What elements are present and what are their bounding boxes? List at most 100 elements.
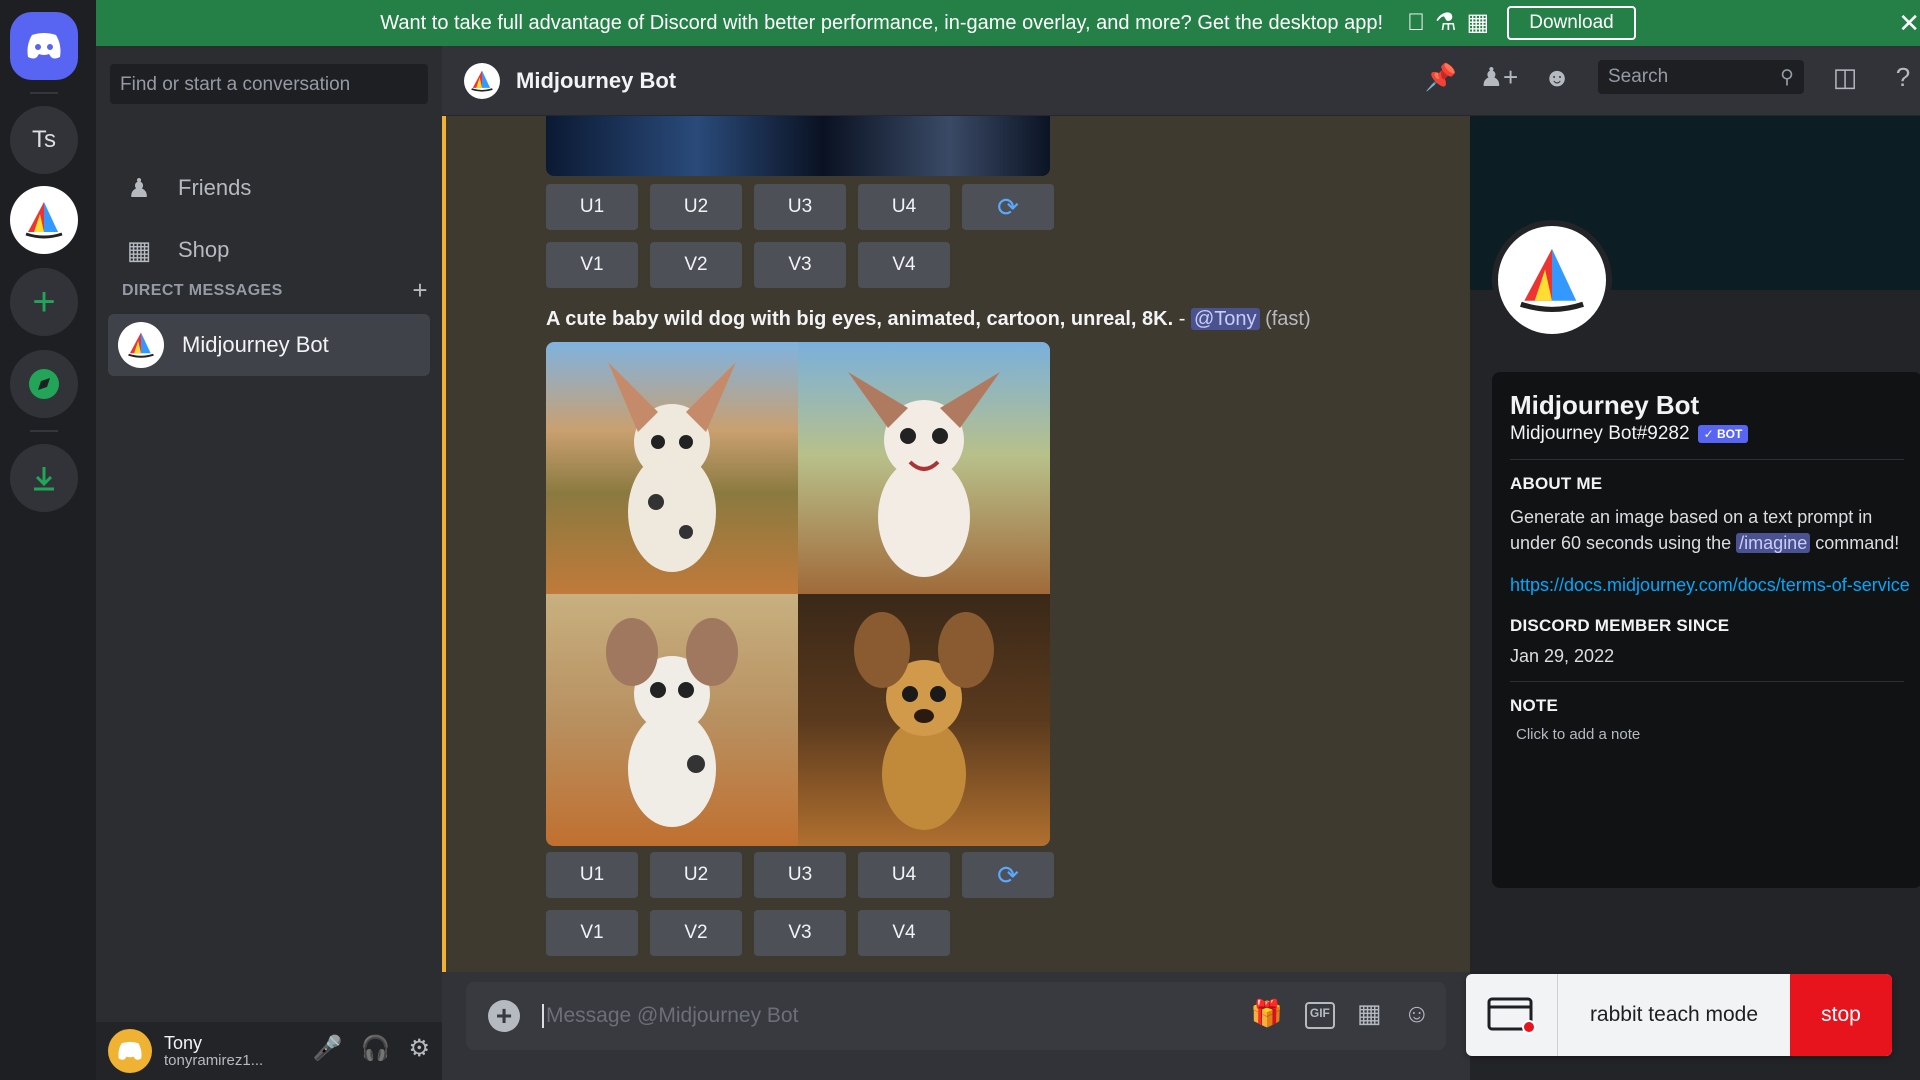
about-text: Generate an image based on a text prompt… [1510,504,1900,556]
generated-image-4[interactable] [798,594,1050,846]
download-apps-button[interactable] [10,444,78,512]
chat-title: Midjourney Bot [516,67,677,93]
dm-item-midjourney-bot[interactable]: Midjourney Bot [108,314,430,376]
help-icon[interactable]: ? [1886,60,1920,94]
variation-buttons: V1 V2 V3 V4 [546,910,950,956]
inbox-icon[interactable]: ◫ [1828,60,1862,94]
sticker-icon[interactable]: ▦ [1357,998,1382,1029]
shop-icon: ▦ [126,234,152,265]
gift-icon[interactable]: 🎁 [1251,998,1283,1029]
v1-button[interactable]: V1 [546,910,638,956]
explore-servers-button[interactable] [10,350,78,418]
composer-area: + Message @Midjourney Bot 🎁 GIF ▦ ☺ [442,972,1470,1080]
server-ts[interactable]: Ts [10,106,78,174]
sidebar-item-shop[interactable]: ▦ Shop [110,222,428,278]
user-profile-panel: Midjourney Bot Midjourney Bot#9282 ✓ BOT… [1470,116,1920,1080]
v2-button[interactable]: V2 [650,242,742,288]
u4-button[interactable]: U4 [858,184,950,230]
member-since-title: DISCORD MEMBER SINCE [1510,616,1730,635]
sidebar-item-friends[interactable]: ♟ Friends [110,160,428,216]
v3-button[interactable]: V3 [754,242,846,288]
refresh-icon[interactable]: ⟳ [962,852,1054,898]
download-button[interactable]: Download [1507,6,1636,40]
u3-button[interactable]: U3 [754,184,846,230]
search-icon: ⚲ [1780,66,1794,88]
close-banner-icon[interactable]: ✕ [1898,8,1920,39]
u1-button[interactable]: U1 [546,852,638,898]
avatar [464,62,500,99]
user-panel: Tony tonyramirez1... 🎤 🎧 ⚙ [96,1022,442,1080]
profile-avatar[interactable] [1492,220,1612,340]
user-mention[interactable]: @Tony [1190,308,1260,330]
message-list: U1 U2 U3 U4 ⟳ V1 V2 V3 V4 A cute baby wi… [442,116,1470,972]
user-controls: 🎤 🎧 ⚙ [313,1034,430,1063]
imagine-command[interactable]: /imagine [1736,533,1811,553]
v4-button[interactable]: V4 [858,242,950,288]
v3-button[interactable]: V3 [754,910,846,956]
about-title: ABOUT ME [1510,474,1603,493]
profile-card: Midjourney Bot Midjourney Bot#9282 ✓ BOT… [1492,372,1920,888]
generated-image-grid-previous[interactable] [546,116,1050,176]
windows-icon: ▦ [1457,9,1490,36]
message-composer[interactable]: + Message @Midjourney Bot 🎁 GIF ▦ ☺ [466,982,1446,1050]
apple-icon:  [1407,11,1425,35]
terms-link[interactable]: https://docs.midjourney.com/docs/terms-o… [1510,572,1910,598]
u4-button[interactable]: U4 [858,852,950,898]
v1-button[interactable]: V1 [546,242,638,288]
speed-label: (fast) [1265,308,1311,330]
dm-sidebar: Find or start a conversation ♟ Friends ▦… [96,46,442,1080]
avatar [118,322,164,368]
discord-home-button[interactable] [10,12,78,80]
add-attachment-button[interactable]: + [488,1000,520,1032]
record-window-icon[interactable] [1466,974,1558,1056]
profile-tag: Midjourney Bot#9282 [1510,423,1690,444]
u3-button[interactable]: U3 [754,852,846,898]
pin-icon[interactable]: 📌 [1424,60,1458,94]
add-server-button[interactable]: + [10,268,78,336]
stop-button[interactable]: stop [1790,974,1892,1056]
add-friend-icon[interactable]: ♟+ [1480,60,1519,94]
user-info[interactable]: Tony tonyramirez1... [164,1032,263,1069]
headphones-icon[interactable]: 🎧 [361,1034,391,1063]
generated-image-grid[interactable] [546,342,1050,846]
banner-text: Want to take full advantage of Discord w… [380,11,1384,34]
note-input[interactable]: Click to add a note [1510,726,1904,743]
rail-separator [30,92,58,94]
v4-button[interactable]: V4 [858,910,950,956]
emoji-icon[interactable]: ☺ [1403,998,1430,1029]
u1-button[interactable]: U1 [546,184,638,230]
upscale-buttons: U1 U2 U3 U4 ⟳ [546,852,1054,898]
teach-mode-overlay: rabbit teach mode stop [1466,974,1892,1056]
refresh-icon[interactable]: ⟳ [962,184,1054,230]
gif-button[interactable]: GIF [1304,1002,1335,1029]
username: Tony [164,1032,203,1053]
search-input[interactable]: Search ⚲ [1598,60,1804,94]
note-title: NOTE [1510,696,1559,715]
server-midjourney[interactable] [10,186,78,254]
v2-button[interactable]: V2 [650,910,742,956]
midjourney-logo-icon [128,332,154,358]
generated-image-2[interactable] [798,342,1050,594]
find-conversation-input[interactable]: Find or start a conversation [110,64,428,104]
rail-separator [30,430,58,432]
message-input[interactable]: Message @Midjourney Bot [542,1004,798,1028]
u2-button[interactable]: U2 [650,852,742,898]
u2-button[interactable]: U2 [650,184,742,230]
generated-image-1[interactable] [546,342,798,594]
upscale-buttons-previous: U1 U2 U3 U4 ⟳ [546,184,1054,230]
friends-icon: ♟ [127,172,151,203]
gear-icon[interactable]: ⚙ [408,1034,430,1063]
prompt-message: A cute baby wild dog with big eyes, anim… [546,308,1311,331]
composer-tools: 🎁 GIF ▦ ☺ [1251,998,1430,1029]
microphone-muted-icon[interactable]: 🎤 [313,1034,343,1063]
prompt-separator: - [1173,308,1191,330]
platform-icons:  ⚗ ▦ [1407,11,1489,35]
avatar[interactable] [108,1029,152,1073]
divider [1510,681,1904,682]
profile-tag-row: Midjourney Bot#9282 ✓ BOT [1510,423,1904,445]
create-dm-button[interactable]: + [412,277,428,303]
variation-buttons-previous: V1 V2 V3 V4 [546,242,950,288]
generated-image-3[interactable] [546,594,798,846]
user-profile-icon[interactable]: ☻ [1540,60,1574,94]
